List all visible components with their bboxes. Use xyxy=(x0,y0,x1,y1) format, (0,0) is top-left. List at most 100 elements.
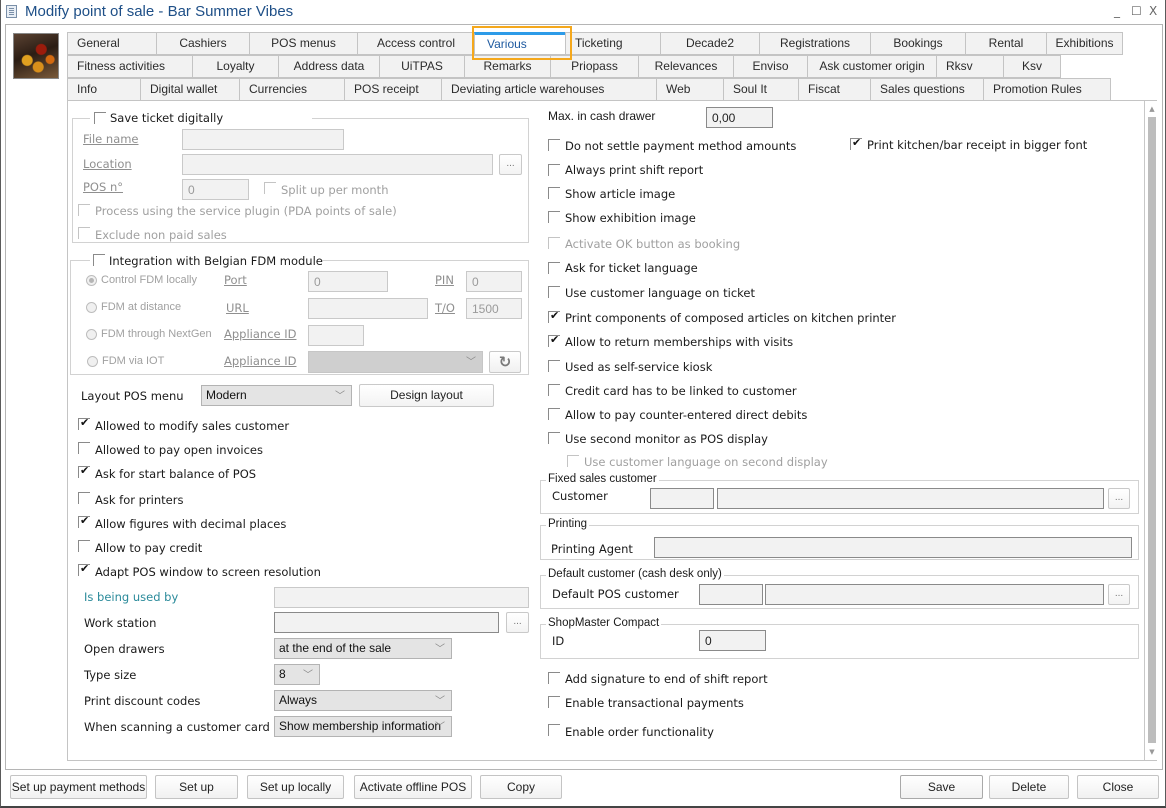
setup-button[interactable]: Set up xyxy=(155,775,238,799)
fdm-via-iot-radio[interactable] xyxy=(87,356,98,367)
tab-digital-wallet[interactable]: Digital wallet xyxy=(140,78,239,101)
tab-web[interactable]: Web xyxy=(656,78,723,101)
type-size-select[interactable]: 8 ﹀ xyxy=(274,664,320,685)
tab-pos-receipt[interactable]: POS receipt xyxy=(344,78,441,101)
design-layout-button[interactable]: Design layout xyxy=(359,384,494,407)
tab-address-data[interactable]: Address data xyxy=(278,55,379,78)
default-customer-code-input[interactable] xyxy=(699,584,763,605)
fdm-nextgen-radio[interactable] xyxy=(86,329,97,340)
tab-enviso[interactable]: Enviso xyxy=(733,55,807,78)
tab-rksv[interactable]: Rksv xyxy=(936,55,1003,78)
refresh-button[interactable]: ↻ xyxy=(489,351,521,373)
ask-printers-checkbox[interactable] xyxy=(78,492,90,504)
setup-payment-methods-button[interactable]: Set up payment methods xyxy=(10,775,147,799)
tab-rental[interactable]: Rental xyxy=(965,32,1046,55)
decimal-places-checkbox[interactable]: ✔ xyxy=(78,514,90,528)
workstation-input[interactable] xyxy=(274,612,499,633)
vertical-scrollbar[interactable]: ▲ ▼ xyxy=(1144,101,1158,760)
tab-access-control[interactable]: Access control xyxy=(357,32,474,55)
tab-info[interactable]: Info xyxy=(67,78,140,101)
customer-language-ticket-checkbox[interactable] xyxy=(548,286,560,298)
pin-input[interactable]: 0 xyxy=(466,271,522,292)
save-button[interactable]: Save xyxy=(900,775,983,799)
direct-debits-checkbox[interactable] xyxy=(548,408,560,420)
port-input[interactable]: 0 xyxy=(308,271,388,292)
fixed-customer-browse-button[interactable]: ... xyxy=(1108,488,1130,509)
scan-customer-card-select[interactable]: Show membership information ﹀ xyxy=(274,716,452,737)
tab-fiscat[interactable]: Fiscat xyxy=(798,78,870,101)
fdm-control-locally-radio[interactable] xyxy=(86,275,97,286)
tab-bookings[interactable]: Bookings xyxy=(870,32,965,55)
tab-various[interactable]: Various xyxy=(474,32,565,55)
url-input[interactable] xyxy=(308,298,428,319)
adapt-window-checkbox[interactable]: ✔ xyxy=(78,562,90,576)
delete-button[interactable]: Delete xyxy=(989,775,1069,799)
show-exhibition-image-checkbox[interactable] xyxy=(548,211,560,223)
exclude-non-paid-checkbox[interactable] xyxy=(78,227,90,239)
always-print-shift-checkbox[interactable] xyxy=(548,164,560,176)
tab-loyalty[interactable]: Loyalty xyxy=(192,55,278,78)
fdm-integration-checkbox[interactable] xyxy=(93,254,105,266)
shopmaster-id-input[interactable]: 0 xyxy=(699,630,766,651)
tab-promotion-rules[interactable]: Promotion Rules xyxy=(983,78,1111,101)
pos-number-input[interactable]: 0 xyxy=(182,179,249,200)
default-customer-name-input[interactable] xyxy=(765,584,1104,605)
tab-sales-questions[interactable]: Sales questions xyxy=(870,78,983,101)
service-plugin-checkbox[interactable] xyxy=(78,204,90,216)
tab-general[interactable]: General xyxy=(67,32,156,55)
maximize-button[interactable]: ☐ xyxy=(1131,4,1142,18)
bigger-font-checkbox[interactable]: ✔ xyxy=(850,136,862,150)
close-button[interactable]: Close xyxy=(1077,775,1159,799)
self-service-kiosk-checkbox[interactable] xyxy=(548,360,560,372)
return-memberships-checkbox[interactable]: ✔ xyxy=(548,333,560,347)
second-display-language-checkbox[interactable] xyxy=(567,455,579,467)
workstation-browse-button[interactable]: ... xyxy=(506,612,529,633)
tab-pos-menus[interactable]: POS menus xyxy=(249,32,357,55)
close-window-button[interactable]: X xyxy=(1149,4,1157,18)
location-input[interactable] xyxy=(182,154,493,175)
timeout-input[interactable]: 1500 xyxy=(466,298,522,319)
split-per-month-checkbox[interactable] xyxy=(264,182,276,194)
activate-offline-pos-button[interactable]: Activate offline POS xyxy=(354,775,472,799)
start-balance-checkbox[interactable]: ✔ xyxy=(78,464,90,478)
pay-open-invoices-checkbox[interactable] xyxy=(78,442,90,454)
tab-ticketing[interactable]: Ticketing xyxy=(565,32,660,55)
order-functionality-checkbox[interactable] xyxy=(548,724,560,736)
ask-ticket-language-checkbox[interactable] xyxy=(548,262,560,274)
copy-button[interactable]: Copy xyxy=(480,775,562,799)
tab-fitness-activities[interactable]: Fitness activities xyxy=(67,55,192,78)
setup-locally-button[interactable]: Set up locally xyxy=(247,775,344,799)
appliance-id-iot-select[interactable]: ﹀ xyxy=(308,351,483,373)
minimize-button[interactable]: _ xyxy=(1114,4,1120,18)
pay-credit-checkbox[interactable] xyxy=(78,540,90,552)
fixed-customer-code-input[interactable] xyxy=(650,488,714,509)
tab-registrations[interactable]: Registrations xyxy=(759,32,870,55)
scroll-down-arrow-icon[interactable]: ▼ xyxy=(1147,747,1157,757)
tab-ksv[interactable]: Ksv xyxy=(1003,55,1061,78)
discount-codes-select[interactable]: Always ﹀ xyxy=(274,690,452,711)
second-monitor-checkbox[interactable] xyxy=(548,432,560,444)
tab-uitpas[interactable]: UiTPAS xyxy=(379,55,464,78)
ok-button-booking-checkbox[interactable] xyxy=(548,237,560,249)
do-not-settle-checkbox[interactable] xyxy=(548,139,560,151)
scroll-up-arrow-icon[interactable]: ▲ xyxy=(1147,104,1157,114)
transactional-payments-checkbox[interactable] xyxy=(548,696,560,708)
layout-pos-menu-select[interactable]: Modern ﹀ xyxy=(201,385,352,406)
modify-sales-customer-checkbox[interactable]: ✔ xyxy=(78,416,90,430)
tab-soul-it[interactable]: Soul It xyxy=(723,78,798,101)
appliance-id-input[interactable] xyxy=(308,325,364,346)
location-browse-button[interactable]: ... xyxy=(499,154,522,175)
tab-relevances[interactable]: Relevances xyxy=(638,55,733,78)
open-drawers-select[interactable]: at the end of the sale ﹀ xyxy=(274,638,452,659)
max-cash-drawer-input[interactable]: 0,00 xyxy=(706,107,773,128)
tab-priopass[interactable]: Priopass xyxy=(550,55,638,78)
signature-shift-report-checkbox[interactable] xyxy=(548,672,560,684)
tab-decade2[interactable]: Decade2 xyxy=(660,32,759,55)
scrollbar-thumb[interactable] xyxy=(1148,117,1156,743)
save-ticket-checkbox[interactable] xyxy=(94,112,106,124)
tab-cashiers[interactable]: Cashiers xyxy=(156,32,249,55)
tab-currencies[interactable]: Currencies xyxy=(239,78,344,101)
file-name-input[interactable] xyxy=(182,129,344,150)
show-article-image-checkbox[interactable] xyxy=(548,187,560,199)
fixed-customer-name-input[interactable] xyxy=(717,488,1104,509)
